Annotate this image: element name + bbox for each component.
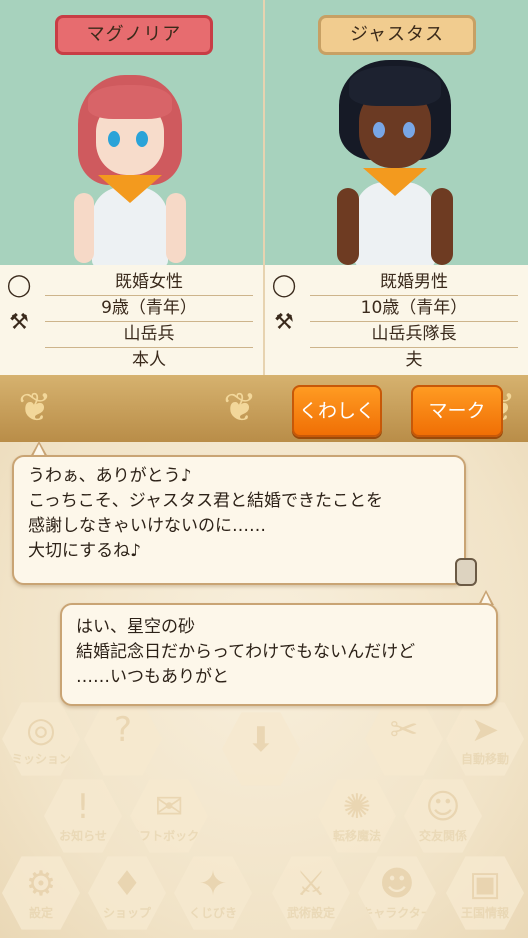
- menu-settings: ⚙ 設定: [2, 856, 80, 930]
- ring-icon: ◯: [271, 273, 297, 298]
- menu-character: ☻ キャラクター: [358, 856, 436, 930]
- menu-notice: ! お知らせ: [44, 779, 122, 853]
- axe-icon: ⚒: [9, 310, 29, 335]
- menu-kingdom-info: ▣ 王国情報: [446, 856, 524, 930]
- teleport-icon: ✺: [342, 787, 372, 827]
- character-justas: [335, 60, 455, 265]
- relation: 夫: [405, 350, 423, 370]
- dialog-bubble-first[interactable]: うわぁ、ありがとう♪ こっちこそ、ジャスタス君と結婚できたことを 感謝しなきゃい…: [12, 455, 466, 585]
- settings-icon: ⚙: [25, 864, 57, 904]
- dialog-bubble-second[interactable]: はい、星空の砂 結婚記念日だからってわけでもないんだけど ……いつもありがと: [60, 603, 498, 706]
- lottery-icon: ✦: [198, 864, 228, 904]
- friends-icon: ☺: [425, 787, 461, 827]
- character-icon: ☻: [379, 864, 415, 904]
- menu-martial: ⚔ 武術設定: [272, 856, 350, 930]
- name-tag-right: ジャスタス: [318, 15, 476, 55]
- marital-status: 既婚男性: [310, 269, 518, 296]
- marital-status: 既婚女性: [45, 269, 253, 296]
- menu-help: ?: [84, 702, 162, 776]
- job: 山岳兵隊長: [310, 321, 518, 348]
- menu-lottery: ✦ くじびき: [174, 856, 252, 930]
- menu-friends: ☺ 交友関係: [404, 779, 482, 853]
- axe-icon: ⚒: [274, 310, 294, 335]
- shop-icon: ♦: [111, 864, 143, 904]
- relation: 本人: [132, 350, 166, 370]
- job: 山岳兵: [45, 321, 253, 348]
- dialog-line: はい、星空の砂: [76, 617, 195, 637]
- notice-icon: !: [76, 787, 90, 827]
- menu-craft: ✂: [365, 702, 443, 776]
- detail-button[interactable]: くわしく: [292, 385, 382, 437]
- menu-auto-move: ➤ 自動移動: [446, 702, 524, 776]
- mark-button[interactable]: マーク: [411, 385, 503, 437]
- tap-next-icon[interactable]: [455, 558, 477, 586]
- craft-icon: ✂: [389, 710, 419, 750]
- ornament-icon: ❦: [18, 385, 52, 431]
- age: 9歳（青年）: [45, 295, 253, 322]
- menu-mission: ◎ ミッション: [2, 702, 80, 776]
- gift-box-icon: ✉: [154, 787, 184, 827]
- menu-down: ⬇: [222, 712, 300, 786]
- dialog-line: ……いつもありがと: [76, 667, 229, 687]
- kingdom-info-icon: ▣: [468, 864, 502, 904]
- mission-icon: ◎: [26, 710, 56, 750]
- menu-shop: ♦ ショップ: [88, 856, 166, 930]
- help-icon: ?: [113, 710, 133, 750]
- dialog-line: 結婚記念日だからってわけでもないんだけど: [76, 642, 416, 662]
- dialog-line: こっちこそ、ジャスタス君と結婚できたことを: [28, 491, 383, 511]
- ornament-icon: ❦: [223, 385, 257, 431]
- martial-icon: ⚔: [295, 864, 327, 904]
- name-tag-left: マグノリア: [55, 15, 213, 55]
- menu-teleport: ✺ 転移魔法: [318, 779, 396, 853]
- ring-icon: ◯: [6, 273, 32, 298]
- age: 10歳（青年）: [310, 295, 518, 322]
- info-panel-left: ◯ ⚒ 既婚女性 9歳（青年） 山岳兵 本人: [0, 265, 263, 375]
- auto-move-icon: ➤: [470, 710, 500, 750]
- dialog-line: 感謝しなきゃいけないのに……: [28, 516, 266, 536]
- dialog-line: うわぁ、ありがとう♪: [28, 466, 192, 486]
- character-magnolia: [70, 75, 190, 265]
- menu-gift-box: ✉ ギフトボックス: [130, 779, 208, 853]
- info-panel-right: ◯ ⚒ 既婚男性 10歳（青年） 山岳兵隊長 夫: [265, 265, 528, 375]
- arrow-down-icon: ⬇: [246, 720, 276, 760]
- dialog-line: 大切にするね♪: [28, 541, 142, 561]
